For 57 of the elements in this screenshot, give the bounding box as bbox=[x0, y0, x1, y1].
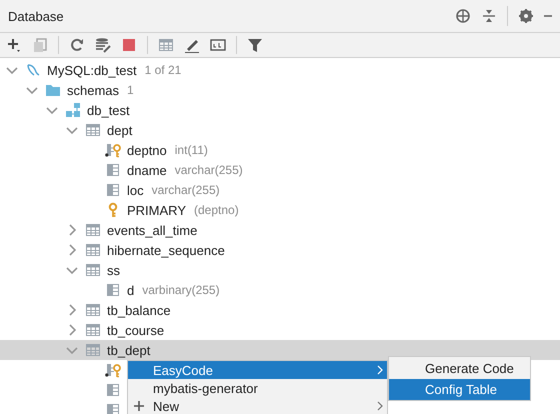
tree-item-label[interactable]: tb_balance bbox=[107, 302, 171, 318]
submenu-item[interactable]: Config Table bbox=[389, 379, 530, 400]
plus-icon bbox=[133, 400, 145, 412]
tree-item-detail: varchar(255) bbox=[152, 183, 220, 197]
tree-item-label[interactable]: hibernate_sequence bbox=[107, 242, 225, 258]
tree-item-label[interactable]: schemas bbox=[67, 82, 120, 98]
tree-item-label[interactable]: db_test bbox=[87, 102, 130, 118]
minimize-icon bbox=[544, 15, 552, 17]
menu-item[interactable]: EasyCode bbox=[128, 361, 387, 379]
tree-item-label[interactable]: tb_course bbox=[107, 322, 164, 338]
collapse-all-icon bbox=[481, 8, 497, 24]
tree-item-label[interactable]: deptno bbox=[127, 142, 167, 158]
add-icon bbox=[6, 37, 22, 53]
table-icon bbox=[85, 322, 101, 338]
filter-icon bbox=[247, 37, 263, 53]
tree-item-label[interactable]: ss bbox=[107, 262, 120, 278]
menu-item[interactable]: mybatis-generator bbox=[128, 379, 387, 397]
tree-item-detail: 1 bbox=[127, 83, 134, 97]
tree-item-detail: varchar(255) bbox=[174, 163, 243, 177]
submenu-item[interactable]: Generate Code bbox=[389, 358, 530, 379]
table-icon bbox=[85, 122, 101, 138]
tree-item-detail: int(11) bbox=[174, 143, 208, 157]
column-icon bbox=[105, 182, 121, 198]
key-column-icon bbox=[105, 142, 121, 158]
table-icon bbox=[85, 262, 101, 278]
table-icon bbox=[85, 302, 101, 318]
tree-item-label[interactable]: MySQL:db_test bbox=[47, 62, 137, 78]
table-icon bbox=[85, 222, 101, 238]
tree-item-detail: varbinary(255) bbox=[142, 283, 220, 297]
table-icon bbox=[85, 242, 101, 258]
refresh-icon bbox=[69, 37, 85, 53]
tree-item-detail: 1 of 21 bbox=[144, 63, 182, 77]
tree-item-label[interactable]: tb_dept bbox=[107, 342, 150, 358]
stop-icon bbox=[121, 37, 137, 53]
tree-item-label[interactable]: loc bbox=[127, 182, 144, 198]
column-icon bbox=[105, 382, 121, 398]
locate-icon bbox=[455, 8, 471, 24]
folder-icon bbox=[45, 82, 61, 98]
table-icon bbox=[85, 342, 101, 358]
table-icon bbox=[158, 37, 174, 53]
column-icon bbox=[105, 282, 121, 298]
tree-item-label[interactable]: dept bbox=[107, 122, 132, 138]
menu-item[interactable]: New bbox=[128, 397, 387, 414]
tree-item-detail: (deptno) bbox=[194, 203, 239, 217]
copy-icon bbox=[32, 37, 48, 53]
tree-item-label[interactable]: d bbox=[127, 282, 134, 298]
tree-item-label[interactable]: events_all_time bbox=[107, 222, 198, 238]
edit-icon bbox=[184, 37, 200, 53]
schema-icon bbox=[65, 102, 81, 118]
key-column-icon bbox=[105, 362, 121, 378]
column-icon bbox=[105, 402, 121, 414]
tree-item-label[interactable]: dname bbox=[127, 162, 167, 178]
database-tools-icon bbox=[95, 37, 111, 53]
tree-item-label[interactable]: PRIMARY bbox=[127, 202, 186, 218]
column-icon bbox=[105, 162, 121, 178]
panel-title: Database bbox=[8, 8, 65, 24]
settings-icon bbox=[518, 8, 534, 24]
